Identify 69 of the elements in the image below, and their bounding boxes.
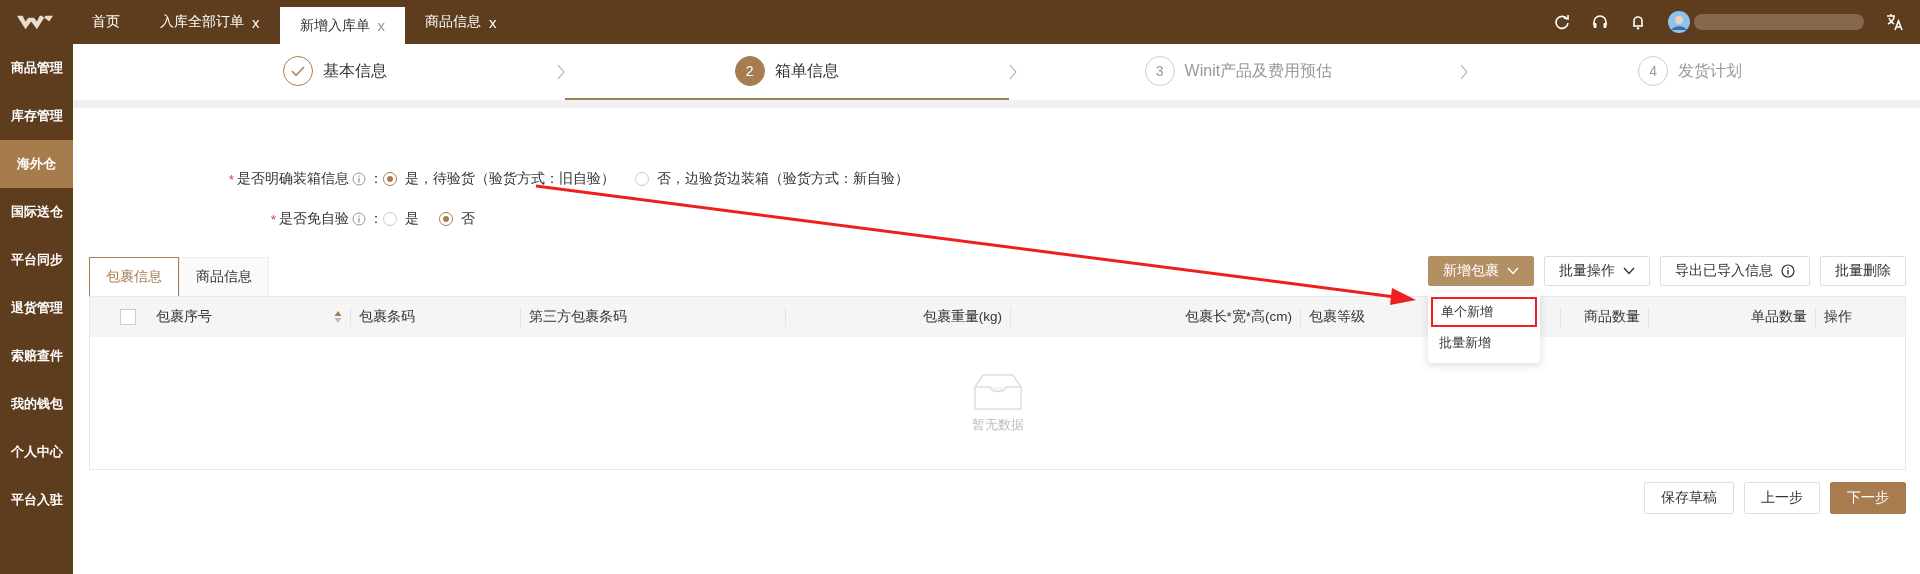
sidebar-item[interactable]: 个人中心	[0, 428, 73, 476]
toolbar-button[interactable]: 批量删除	[1820, 256, 1906, 286]
footer-button[interactable]: 保存草稿	[1644, 482, 1734, 514]
radio-label: 否	[461, 210, 475, 228]
field-label: 是否明确装箱信息	[237, 170, 349, 188]
refresh-icon[interactable]	[1554, 14, 1570, 30]
bell-icon[interactable]	[1630, 14, 1646, 30]
required-mark: *	[270, 211, 276, 227]
field-label: 是否免自验	[279, 210, 349, 228]
content-tab[interactable]: 商品信息	[179, 257, 269, 296]
close-icon[interactable]: x	[489, 13, 497, 31]
sidebar-item[interactable]: 退货管理	[0, 284, 73, 332]
column-header: 包裹重量(kg)	[922, 308, 1002, 326]
select-all-checkbox[interactable]	[120, 309, 136, 325]
page-tab[interactable]: 首页	[72, 0, 140, 44]
column-header: 第三方包裹条码	[529, 308, 627, 326]
sort-icon[interactable]	[334, 310, 342, 324]
chevron-right-icon	[1008, 64, 1017, 80]
sidebar-item[interactable]: 我的钱包	[0, 380, 73, 428]
info-icon	[352, 172, 366, 186]
page-tab[interactable]: 商品信息 x	[405, 0, 517, 44]
step-label: 基本信息	[322, 60, 387, 81]
chevron-right-icon	[1460, 64, 1469, 80]
close-icon[interactable]: x	[252, 13, 260, 31]
sidebar-item[interactable]: 平台入驻	[0, 476, 73, 524]
step-label: 发货计划	[1678, 60, 1743, 81]
sidebar-item[interactable]: 平台同步	[0, 236, 73, 284]
radio-label: 否，边验货边装箱（验货方式：新自验）	[657, 170, 909, 188]
column-header: 包裹长*宽*高(cm)	[1184, 308, 1292, 326]
menu-item[interactable]: 单个新增	[1431, 297, 1537, 327]
check-icon	[290, 65, 305, 77]
headset-icon[interactable]	[1592, 14, 1608, 30]
menu-item[interactable]: 批量新增	[1431, 328, 1537, 358]
info-icon	[352, 212, 366, 226]
info-icon	[1781, 264, 1795, 278]
step-tab[interactable]: 基本信息	[113, 44, 557, 100]
colon: ：	[369, 170, 383, 188]
page-tab[interactable]: 入库全部订单 x	[140, 0, 280, 44]
toolbar-button[interactable]: 导出已导入信息	[1660, 256, 1810, 286]
step-label: 箱单信息	[774, 60, 839, 81]
empty-tray-icon	[972, 372, 1023, 411]
step-circle: 2	[734, 56, 765, 86]
column-header: 包裹序号	[156, 308, 212, 326]
caret-icon	[1623, 267, 1635, 275]
sidebar-item[interactable]: 海外仓	[0, 140, 73, 188]
caret-icon	[1507, 267, 1519, 275]
sidebar-item[interactable]: 国际送仓	[0, 188, 73, 236]
sidebar-item[interactable]: 商品管理	[0, 44, 73, 92]
sidebar-item[interactable]: 索赔查件	[0, 332, 73, 380]
content-tab[interactable]: 包裹信息	[89, 257, 179, 296]
column-header: 操作	[1824, 308, 1852, 326]
column-header: 商品数量	[1584, 308, 1640, 326]
required-mark: *	[228, 171, 234, 187]
column-header: 包裹条码	[359, 308, 415, 326]
footer-button[interactable]: 下一步	[1830, 482, 1906, 514]
column-header: 包裹等级	[1309, 308, 1365, 326]
sidebar-item[interactable]: 库存管理	[0, 92, 73, 140]
avatar-icon[interactable]	[1668, 11, 1690, 33]
colon: ：	[369, 210, 383, 228]
radio-label: 是	[405, 210, 419, 228]
footer-button[interactable]: 上一步	[1744, 482, 1820, 514]
column-header: 单品数量	[1751, 308, 1807, 326]
toolbar-button[interactable]: 批量操作	[1544, 256, 1650, 286]
page-tab[interactable]: 新增入库单 x	[279, 7, 405, 44]
translate-icon[interactable]	[1886, 13, 1904, 31]
step-label: Winit产品及费用预估	[1184, 60, 1333, 81]
empty-text: 暂无数据	[971, 416, 1024, 434]
chevron-right-icon	[556, 64, 565, 80]
radio-label: 是，待验货（验货方式：旧自验）	[405, 170, 615, 188]
